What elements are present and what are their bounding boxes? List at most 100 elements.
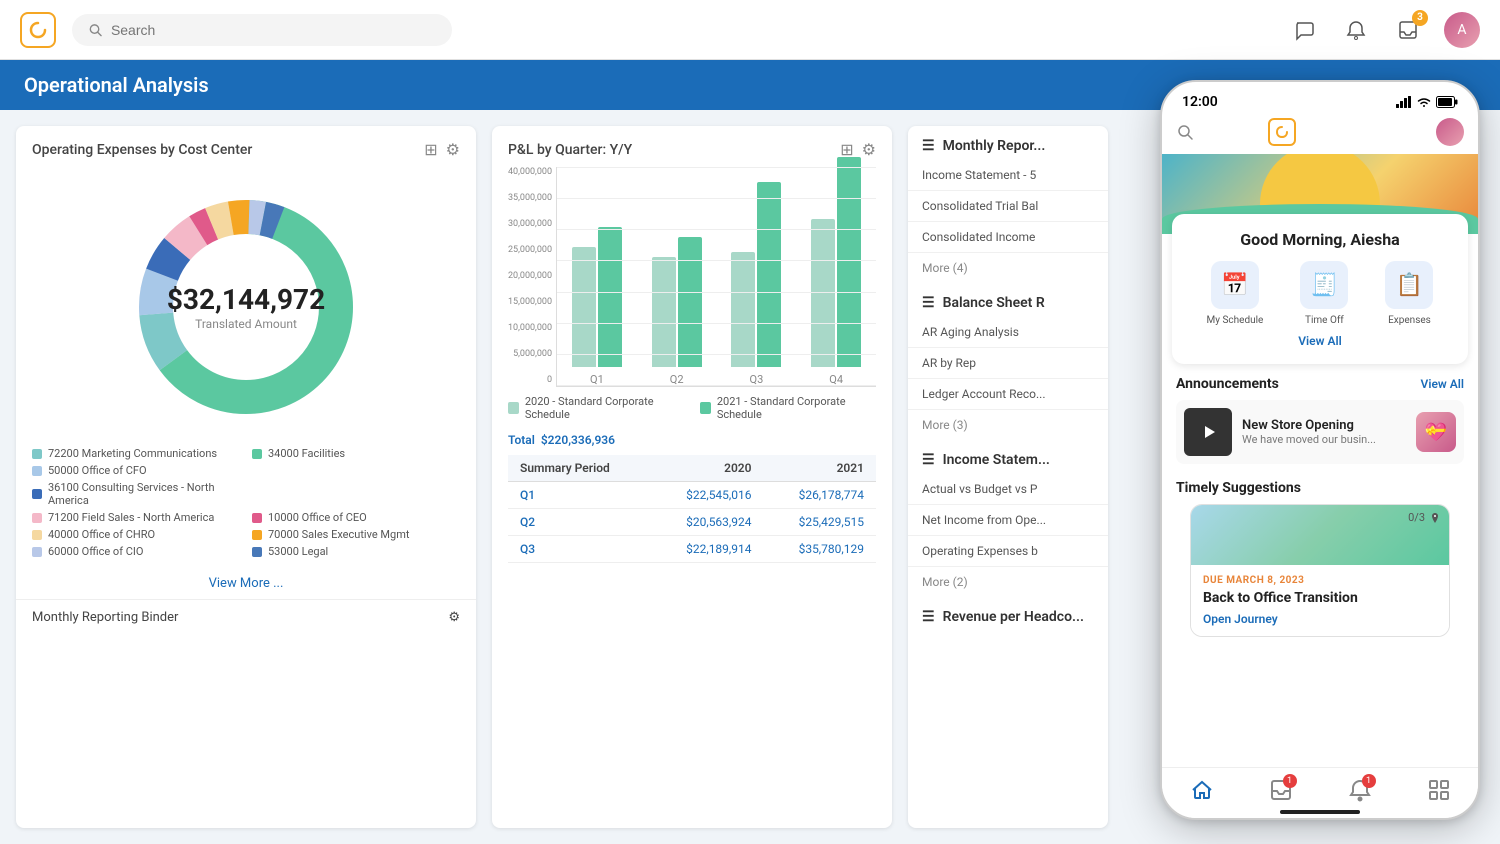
page-title: Operational Analysis <box>24 73 209 97</box>
legend-item: 72200 Marketing Communications <box>32 447 240 460</box>
search-input[interactable] <box>111 22 436 38</box>
phone-user-avatar[interactable] <box>1436 118 1464 146</box>
mobile-phone-overlay: 12:00 <box>1160 80 1480 820</box>
nav-inbox-button[interactable]: 1 <box>1269 778 1293 802</box>
legend-color <box>32 489 42 499</box>
workday-logo[interactable] <box>20 12 56 48</box>
search-bar[interactable] <box>72 14 452 46</box>
bar-group-q3: Q3 <box>717 182 797 386</box>
search-icon <box>88 22 103 38</box>
user-avatar[interactable]: A <box>1444 12 1480 48</box>
monthly-binder-row: Monthly Reporting Binder ⚙ <box>16 599 476 635</box>
quick-action-timeoff[interactable]: 🧾 Time Off <box>1300 261 1348 326</box>
donut-card-title: Operating Expenses by Cost Center <box>32 142 252 158</box>
bar-card-title: P&L by Quarter: Y/Y <box>508 142 632 158</box>
legend-2021-color <box>700 402 711 414</box>
monthly-reports-title: Monthly Repor... <box>943 138 1046 154</box>
schedule-icon: 📅 <box>1211 261 1259 309</box>
report-item-income-statement[interactable]: Income Statement - 5 <box>908 160 1108 191</box>
donut-card-header: Operating Expenses by Cost Center ⊞ ⚙ <box>16 126 476 167</box>
report-item-actual-vs-budget[interactable]: Actual vs Budget vs P <box>908 474 1108 505</box>
report-section-icon: ☰ <box>922 452 935 468</box>
y-label: 30,000,000 <box>508 219 552 229</box>
nav-right-actions: 3 A <box>1288 12 1480 48</box>
report-item-ar-aging[interactable]: AR Aging Analysis <box>908 317 1108 348</box>
legend-item: 60000 Office of CIO <box>32 545 240 558</box>
more-monthly-link[interactable]: More (4) <box>908 253 1108 283</box>
legend-label: 70000 Sales Executive Mgmt <box>268 528 409 541</box>
report-item-trial-bal[interactable]: Consolidated Trial Bal <box>908 191 1108 222</box>
nav-grid-button[interactable] <box>1427 778 1451 802</box>
monthly-binder-settings-icon[interactable]: ⚙ <box>448 610 460 625</box>
view-all-link[interactable]: View All <box>1188 334 1452 348</box>
donut-legend: 72200 Marketing Communications 34000 Fac… <box>16 437 476 568</box>
report-item-operating-expenses[interactable]: Operating Expenses b <box>908 536 1108 567</box>
report-item-ar-rep[interactable]: AR by Rep <box>908 348 1108 379</box>
legend-2021: 2021 - Standard Corporate Schedule <box>700 395 876 421</box>
chat-icon-button[interactable] <box>1288 14 1320 46</box>
announcements-view-all[interactable]: View All <box>1421 377 1464 391</box>
legend-label: 10000 Office of CEO <box>268 511 367 524</box>
period-q3[interactable]: Q3 <box>508 536 651 563</box>
timeoff-label: Time Off <box>1305 315 1344 326</box>
table-row: Q3 $22,189,914 $35,780,129 <box>508 536 876 563</box>
open-journey-link[interactable]: Open Journey <box>1203 612 1437 626</box>
report-item-ledger-account[interactable]: Ledger Account Reco... <box>908 379 1108 410</box>
home-indicator-bar <box>1280 810 1360 814</box>
quick-actions: 📅 My Schedule 🧾 Time Off 📋 Expenses <box>1188 261 1452 326</box>
period-q2[interactable]: Q2 <box>508 509 651 536</box>
suggestions-title: Timely Suggestions <box>1176 480 1301 496</box>
signal-icon <box>1396 96 1412 108</box>
more-balance-link[interactable]: More (3) <box>908 410 1108 440</box>
settings-icon[interactable]: ⚙ <box>446 140 460 159</box>
donut-card-actions: ⊞ ⚙ <box>424 140 460 159</box>
notifications-icon-button[interactable] <box>1340 14 1372 46</box>
period-q1[interactable]: Q1 <box>508 482 651 509</box>
legend-label: 60000 Office of CIO <box>48 545 143 558</box>
legend-color <box>32 547 42 557</box>
expenses-icon: 📋 <box>1385 261 1433 309</box>
view-more-link[interactable]: View More ... <box>16 568 476 599</box>
legend-item <box>252 481 460 507</box>
legend-item: 36100 Consulting Services - North Americ… <box>32 481 240 507</box>
suggestions-content: DUE MARCH 8, 2023 Back to Office Transit… <box>1191 565 1449 636</box>
legend-item <box>252 464 460 477</box>
bar-2020-q1 <box>572 247 596 367</box>
filter-icon[interactable]: ⊞ <box>424 140 437 159</box>
due-label: DUE MARCH 8, 2023 <box>1203 575 1437 586</box>
y-label: 35,000,000 <box>508 193 552 203</box>
suggestions-card: 0/3 DUE MARCH 8, 2023 Back to Office Tra… <box>1190 504 1450 637</box>
more-income-link[interactable]: More (2) <box>908 567 1108 597</box>
bar-2020-q2 <box>652 257 676 367</box>
donut-amount: $32,144,972 <box>167 283 325 317</box>
legend-label: 34000 Facilities <box>268 447 345 460</box>
nav-home-button[interactable] <box>1190 778 1214 802</box>
nav-notifications-button[interactable]: 1 <box>1348 778 1372 802</box>
val-2020-q1: $22,545,016 <box>651 482 763 509</box>
income-stmt-title: Income Statem... <box>943 452 1050 468</box>
bar-chart-area: 40,000,000 35,000,000 30,000,000 25,000,… <box>492 167 892 387</box>
announcement-card: New Store Opening We have moved our busi… <box>1176 400 1464 464</box>
bar-2021-q3 <box>757 182 781 367</box>
suggestions-section: Timely Suggestions 0/3 DUE MARCH 8, 2023… <box>1162 468 1478 649</box>
inbox-icon-button[interactable]: 3 <box>1392 14 1424 46</box>
val-2021-q2: $25,429,515 <box>764 509 876 536</box>
donut-center-text: $32,144,972 Translated Amount <box>167 283 325 331</box>
notif-badge: 1 <box>1362 774 1376 788</box>
legend-label: 72200 Marketing Communications <box>48 447 217 460</box>
bar-group-q4: Q4 <box>796 157 876 386</box>
col-header-2020: 2020 <box>651 455 763 482</box>
legend-item: 50000 Office of CFO <box>32 464 240 477</box>
table-row: Q2 $20,563,924 $25,429,515 <box>508 509 876 536</box>
donut-chart-container: $32,144,972 Translated Amount <box>16 167 476 437</box>
report-item-net-income[interactable]: Net Income from Ope... <box>908 505 1108 536</box>
report-item-consolidated-income[interactable]: Consolidated Income <box>908 222 1108 253</box>
phone-search-icon[interactable] <box>1176 123 1194 141</box>
announcement-content: New Store Opening We have moved our busi… <box>1242 418 1406 446</box>
quick-action-expenses[interactable]: 📋 Expenses <box>1385 261 1433 326</box>
legend-color <box>32 513 42 523</box>
announcement-image-thumb: 💝 <box>1416 412 1456 452</box>
legend-color <box>32 530 42 540</box>
quick-action-schedule[interactable]: 📅 My Schedule <box>1207 261 1264 326</box>
inbox-badge: 1 <box>1283 774 1297 788</box>
